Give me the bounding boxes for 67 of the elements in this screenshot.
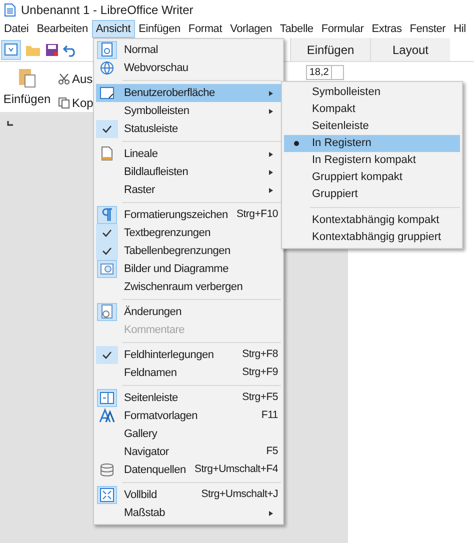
undo-icon[interactable]: [63, 42, 77, 56]
shortcut-text: Strg+Umschalt+J: [201, 487, 278, 502]
toolbar-tab[interactable]: Einfügen: [290, 38, 370, 61]
menu-item[interactable]: Tabellenbegrenzungen: [96, 242, 281, 260]
menu-item[interactable]: Navigator F5: [96, 443, 281, 461]
menu-item[interactable]: Datenquellen Strg+Umschalt+F4: [96, 461, 281, 479]
menu-bar-item[interactable]: Tabelle: [276, 20, 318, 38]
window-title: Unbenannt 1 - LibreOffice Writer: [21, 2, 194, 19]
menu-item[interactable]: Feldnamen Strg+F9: [96, 364, 281, 382]
shortcut-text: Strg+F9: [242, 365, 278, 380]
toolbar-tab[interactable]: Layout: [370, 38, 450, 61]
menu-item[interactable]: Änderungen: [96, 303, 281, 321]
menu-item[interactable]: Formatvorlagen F11: [96, 407, 281, 425]
ruler-corner-icon: [7, 121, 13, 126]
menu-item[interactable]: Lineale: [96, 145, 281, 163]
copy-button[interactable]: Kop: [72, 94, 94, 112]
shortcut-text: Strg+F10: [236, 207, 278, 222]
menu-item[interactable]: Gruppiert: [284, 186, 460, 203]
copy-icon[interactable]: [58, 97, 70, 109]
menu-bar-item[interactable]: Format: [184, 20, 226, 38]
menu-item[interactable]: In Registern: [284, 135, 460, 152]
menu-item[interactable]: Kompakt: [284, 101, 460, 118]
document-icon: [4, 3, 16, 17]
shortcut-text: Strg+Umschalt+F4: [194, 462, 278, 478]
menu-item[interactable]: Seitenleiste Strg+F5: [96, 389, 281, 407]
menu-item[interactable]: Feldhinterlegungen Strg+F8: [96, 346, 281, 364]
menu-item[interactable]: Bilder und Diagramme: [96, 260, 281, 278]
shortcut-text: Strg+F8: [242, 347, 278, 362]
menu-item[interactable]: Formatierungszeichen Strg+F10: [96, 206, 281, 224]
menu-item[interactable]: Normal: [96, 41, 281, 59]
menu-item[interactable]: Textbegrenzungen: [96, 224, 281, 242]
menu-bar-item[interactable]: Einfügen: [134, 20, 184, 38]
menu-item[interactable]: In Registern kompakt: [284, 152, 460, 169]
menu-bar-item[interactable]: Bearbeiten: [32, 20, 92, 38]
menu-bar-item[interactable]: Datei: [0, 20, 33, 38]
menu-item[interactable]: Benutzeroberfläche: [96, 84, 281, 102]
menu-item[interactable]: Webvorschau: [96, 59, 281, 77]
shortcut-text: F5: [266, 444, 278, 460]
save-icon[interactable]: [45, 42, 59, 56]
menu-item[interactable]: Vollbild Strg+Umschalt+J: [96, 486, 281, 504]
menu-bar-item[interactable]: Ansicht: [92, 20, 135, 38]
clipboard-icon[interactable]: [18, 66, 36, 88]
menu-item[interactable]: Zwischenraum verbergen: [96, 278, 281, 296]
menu-item[interactable]: Gallery: [96, 425, 281, 443]
paste-button[interactable]: Einfügen: [3, 90, 51, 108]
menu-item[interactable]: Seitenleiste: [284, 118, 460, 135]
menu-item[interactable]: Symbolleisten: [96, 102, 281, 120]
menu-item[interactable]: Maßstab: [96, 504, 281, 522]
menu-item[interactable]: Symbolleisten: [284, 84, 460, 101]
window-toggle-icon[interactable]: [1, 40, 21, 60]
menu-bar-item[interactable]: Hil: [450, 20, 470, 38]
menu-item[interactable]: Kontextabhängig gruppiert: [284, 229, 460, 246]
cut-button[interactable]: Aus: [72, 70, 93, 88]
menu-item[interactable]: Bildlaufleisten: [96, 163, 281, 181]
menu-bar-item[interactable]: Formular: [317, 20, 368, 38]
shortcut-text: F11: [261, 408, 278, 424]
shortcut-text: Strg+F5: [242, 390, 278, 406]
menu-item[interactable]: Statusleiste: [96, 120, 281, 138]
scissors-icon[interactable]: [58, 73, 70, 85]
radio-dot-icon: [294, 141, 298, 146]
menu-bar-item[interactable]: Fenster: [406, 20, 450, 38]
menu-item[interactable]: Kontextabhängig kompakt: [284, 212, 460, 229]
menu-item[interactable]: Raster: [96, 181, 281, 199]
font-size-field[interactable]: 18,2: [306, 65, 344, 80]
menu-bar-item[interactable]: Vorlagen: [226, 20, 276, 38]
menu-item[interactable]: Gruppiert kompakt: [284, 169, 460, 186]
menu-bar-item[interactable]: Extras: [368, 20, 406, 38]
